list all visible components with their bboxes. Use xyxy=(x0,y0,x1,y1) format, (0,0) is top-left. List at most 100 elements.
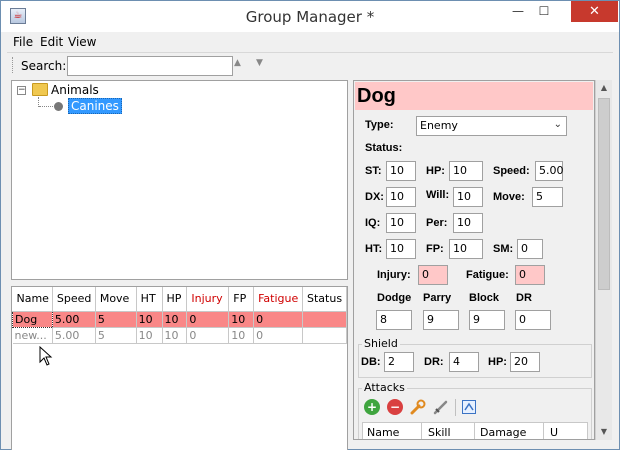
iq-field[interactable]: 10 xyxy=(386,213,416,233)
parry-label: Parry xyxy=(423,292,452,304)
col-injury[interactable]: Injury xyxy=(186,287,230,312)
col-hp[interactable]: HP xyxy=(162,287,188,312)
sheet-scrollbar[interactable]: ▲ ▼ xyxy=(595,80,612,440)
folder-icon xyxy=(32,83,48,96)
cell-hp[interactable]: 10 xyxy=(162,327,188,344)
sword-icon[interactable] xyxy=(433,399,449,415)
block-label: Block xyxy=(469,292,499,304)
per-label: Per: xyxy=(426,217,448,229)
injury-field[interactable]: 0 xyxy=(418,265,448,285)
attack-col-name[interactable]: Name xyxy=(367,426,399,439)
attack-details-icon[interactable] xyxy=(461,399,477,415)
search-next-icon[interactable]: ▼ xyxy=(256,58,263,68)
cell-status[interactable] xyxy=(302,327,347,344)
attack-col-damage[interactable]: Damage xyxy=(480,426,526,439)
col-ht[interactable]: HT xyxy=(136,287,163,312)
cell-fp[interactable]: 10 xyxy=(228,311,255,328)
cell-injury[interactable]: 0 xyxy=(186,327,230,344)
per-field[interactable]: 10 xyxy=(453,213,483,233)
toolbar-grip[interactable] xyxy=(12,57,15,73)
cell-fatigue[interactable]: 0 xyxy=(253,327,303,344)
attack-col-u[interactable]: U xyxy=(550,426,558,439)
menu-file[interactable]: File xyxy=(13,35,33,49)
shield-hp-label: HP: xyxy=(488,356,507,368)
members-table-pane: Name Speed Move HT HP Injury FP Fatigue … xyxy=(11,286,348,450)
cell-fatigue[interactable]: 0 xyxy=(253,311,303,328)
table-row[interactable]: Dog 5.00 5 10 10 0 10 0 xyxy=(12,310,347,328)
add-attack-icon[interactable]: + xyxy=(364,399,380,415)
will-field[interactable]: 10 xyxy=(453,187,483,207)
tree-node-animals[interactable]: Animals xyxy=(51,83,99,97)
scroll-down-icon[interactable]: ▼ xyxy=(596,424,612,440)
cell-injury[interactable]: 0 xyxy=(186,311,230,328)
group-tree[interactable]: − Animals Canines xyxy=(11,80,348,280)
fatigue-field[interactable]: 0 xyxy=(515,265,545,285)
st-field[interactable]: 10 xyxy=(386,161,416,181)
cell-hp[interactable]: 10 xyxy=(162,311,188,328)
fp-field[interactable]: 10 xyxy=(449,239,483,259)
cell-ht[interactable]: 10 xyxy=(136,327,163,344)
col-move[interactable]: Move xyxy=(95,287,137,312)
parry-field[interactable]: 9 xyxy=(423,310,459,330)
dr-field[interactable]: 0 xyxy=(515,310,551,330)
move-field[interactable]: 5 xyxy=(532,187,563,207)
column-divider[interactable] xyxy=(543,423,544,439)
db-field[interactable]: 2 xyxy=(384,352,414,372)
wrench-icon[interactable] xyxy=(410,399,426,415)
col-fatigue[interactable]: Fatigue xyxy=(253,287,303,312)
dodge-label: Dodge xyxy=(377,292,412,304)
type-label: Type: xyxy=(365,119,394,131)
search-toolbar: Search: ▲ ▼ xyxy=(7,52,613,77)
maximize-button[interactable]: ☐ xyxy=(531,1,557,22)
scroll-thumb[interactable] xyxy=(598,98,610,290)
scroll-up-icon[interactable]: ▲ xyxy=(596,80,612,96)
cell-ht[interactable]: 10 xyxy=(136,311,163,328)
menu-view[interactable]: View xyxy=(68,35,96,49)
dodge-field[interactable]: 8 xyxy=(376,310,412,330)
column-divider[interactable] xyxy=(421,423,422,439)
title-bar: ☕ Group Manager * — ☐ ✕ xyxy=(1,1,619,32)
cell-move[interactable]: 5 xyxy=(95,311,137,328)
col-speed[interactable]: Speed xyxy=(52,287,96,312)
search-prev-icon[interactable]: ▲ xyxy=(234,58,241,68)
app-window: ☕ Group Manager * — ☐ ✕ File Edit View S… xyxy=(0,0,620,450)
dx-field[interactable]: 10 xyxy=(386,187,416,207)
tree-connector xyxy=(39,106,53,107)
sm-field[interactable]: 0 xyxy=(517,239,543,259)
remove-attack-icon[interactable]: − xyxy=(387,399,403,415)
close-button[interactable]: ✕ xyxy=(571,1,618,22)
attacks-table: Name Skill Damage U xyxy=(362,422,588,439)
column-divider[interactable] xyxy=(474,423,475,439)
cell-speed[interactable]: 5.00 xyxy=(52,327,96,344)
leaf-node-icon xyxy=(54,102,63,111)
minimize-button[interactable]: — xyxy=(505,1,531,22)
chevron-down-icon: ⌄ xyxy=(553,119,562,130)
collapse-toggle-icon[interactable]: − xyxy=(17,86,26,95)
cell-status[interactable] xyxy=(302,311,347,328)
search-input[interactable] xyxy=(67,56,233,76)
table-row[interactable]: new... 5.00 5 10 10 0 10 0 xyxy=(12,327,347,344)
cell-fp[interactable]: 10 xyxy=(228,327,255,344)
block-field[interactable]: 9 xyxy=(469,310,505,330)
shield-hp-field[interactable]: 20 xyxy=(510,352,540,372)
cell-name[interactable]: new... xyxy=(12,327,53,344)
hp-field[interactable]: 10 xyxy=(449,161,483,181)
ht-field[interactable]: 10 xyxy=(386,239,416,259)
col-name[interactable]: Name xyxy=(12,287,53,312)
character-name[interactable]: Dog xyxy=(355,82,593,110)
iq-label: IQ: xyxy=(365,217,381,229)
attack-col-skill[interactable]: Skill xyxy=(428,426,451,439)
col-fp[interactable]: FP xyxy=(228,287,255,312)
col-status[interactable]: Status xyxy=(302,287,347,312)
menu-edit[interactable]: Edit xyxy=(40,35,63,49)
cell-move[interactable]: 5 xyxy=(95,327,137,344)
type-select[interactable]: Enemy ⌄ xyxy=(416,116,567,136)
speed-field[interactable]: 5.00 xyxy=(535,161,564,181)
toolbar-separator xyxy=(455,399,456,416)
cell-name[interactable]: Dog xyxy=(12,310,53,328)
cell-speed[interactable]: 5.00 xyxy=(52,311,96,328)
tree-node-canines[interactable]: Canines xyxy=(68,98,122,114)
shield-dr-field[interactable]: 4 xyxy=(449,352,479,372)
dr-label: DR xyxy=(516,292,532,304)
character-sheet: Dog Type: Enemy ⌄ Status: ST: 10 HP: 10 … xyxy=(353,80,595,440)
